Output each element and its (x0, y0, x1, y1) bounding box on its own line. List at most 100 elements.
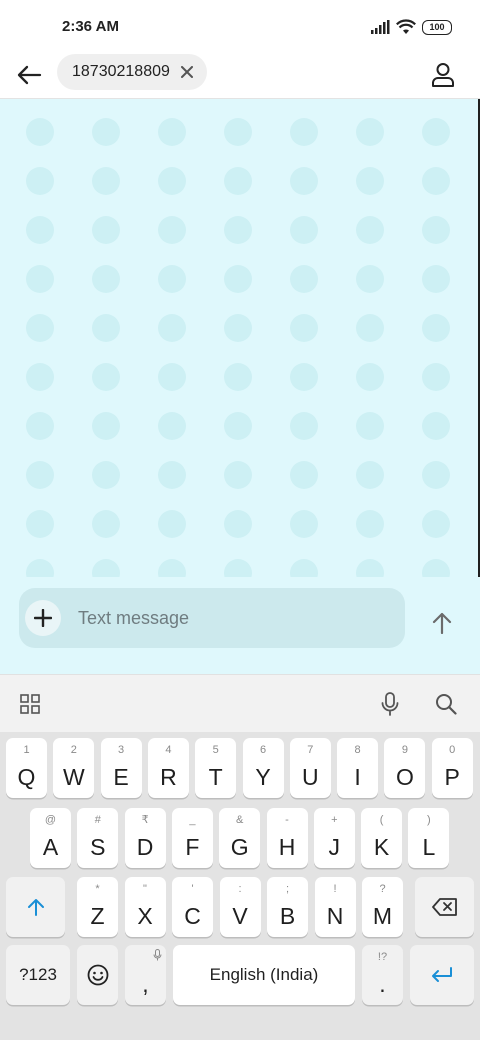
contact-button[interactable] (426, 58, 460, 92)
background-dot (422, 412, 450, 440)
space-key-label: English (India) (209, 965, 319, 984)
key-p[interactable]: 0P (431, 738, 473, 798)
key-label: M (372, 903, 393, 929)
key-alt-label: + (331, 814, 338, 826)
key-alt-label: " (143, 883, 147, 895)
message-input[interactable] (76, 602, 390, 634)
key-c[interactable]: ' C (172, 877, 213, 937)
background-dot (356, 559, 384, 577)
background-dot (224, 461, 252, 489)
status-time: 2:36 AM (62, 18, 119, 35)
shift-key[interactable] (6, 877, 65, 937)
key-e[interactable]: 3E (100, 738, 142, 798)
key-label: B (279, 903, 296, 929)
key-n[interactable]: ! N (314, 877, 356, 937)
key-alt-label: - (285, 814, 289, 826)
period-key[interactable]: !? . (362, 945, 403, 1005)
microphone-hint-icon (153, 949, 162, 961)
search-icon (436, 694, 457, 715)
background-dot (422, 559, 450, 577)
key-w[interactable]: 2W (53, 738, 95, 798)
key-alt-label: & (236, 814, 244, 826)
key-alt-label: ; (285, 883, 290, 895)
microphone-icon (381, 692, 399, 716)
background-dot (158, 412, 186, 440)
key-q[interactable]: 1Q (6, 738, 47, 798)
period-key-label: . (379, 971, 386, 997)
background-dot (422, 461, 450, 489)
key-label: K (373, 834, 390, 860)
symbols-key[interactable]: ?123 (6, 945, 70, 1005)
background-dot (422, 363, 450, 391)
background-dot (92, 412, 120, 440)
conversation-area (0, 99, 480, 577)
key-t[interactable]: 5T (195, 738, 237, 798)
key-m[interactable]: ? M (362, 877, 403, 937)
background-dot (356, 314, 384, 342)
recipient-number: 18730218809 (72, 63, 170, 80)
apps-button[interactable] (14, 688, 46, 720)
background-dot (290, 559, 318, 577)
space-key[interactable]: English (India) (173, 945, 355, 1005)
emoji-key[interactable] (77, 945, 118, 1005)
background-dot (290, 118, 318, 146)
background-dot (26, 314, 54, 342)
remove-recipient-button[interactable] (179, 64, 195, 80)
key-u[interactable]: 7U (289, 738, 331, 798)
key-z[interactable]: * Z (77, 877, 118, 937)
key-s[interactable]: # S (77, 808, 119, 868)
key-a[interactable]: @ A (30, 808, 71, 868)
key-h[interactable]: -H (266, 808, 308, 868)
enter-key[interactable] (410, 945, 474, 1005)
background-dot (92, 265, 120, 293)
key-alt-label: ) (427, 814, 431, 826)
key-k[interactable]: (K (361, 808, 403, 868)
background-dot (356, 461, 384, 489)
key-alt-label: 5 (212, 744, 219, 756)
key-y[interactable]: 6Y (242, 738, 284, 798)
compose-field (19, 588, 405, 648)
background-dot (158, 167, 186, 195)
backspace-key[interactable] (415, 877, 474, 937)
background-dot (224, 265, 252, 293)
background-dot (158, 510, 186, 538)
key-label: I (354, 764, 361, 790)
key-label: V (232, 903, 248, 929)
key-d[interactable]: ₹ D (124, 808, 166, 868)
key-i[interactable]: 8I (337, 738, 379, 798)
recipient-chip[interactable]: 18730218809 (57, 54, 207, 90)
background-dot (290, 363, 318, 391)
key-f[interactable]: _ F (171, 808, 213, 868)
key-alt-label: 4 (165, 744, 172, 756)
background-dot (224, 314, 252, 342)
background-dot (26, 118, 54, 146)
key-g[interactable]: & G (219, 808, 261, 868)
voice-input-button[interactable] (374, 688, 406, 720)
key-r[interactable]: 4R (147, 738, 189, 798)
key-o[interactable]: 9O (384, 738, 426, 798)
person-icon (432, 63, 454, 87)
background-dot (26, 363, 54, 391)
keyboard-search-button[interactable] (430, 688, 462, 720)
background-dot (290, 510, 318, 538)
background-dot (356, 412, 384, 440)
key-v[interactable]: :V (219, 877, 261, 937)
background-dot (422, 265, 450, 293)
key-b[interactable]: ; B (267, 877, 308, 937)
key-alt-label: * (95, 883, 100, 895)
background-dot (26, 412, 54, 440)
close-icon (180, 66, 193, 78)
attach-button[interactable] (25, 600, 61, 636)
key-label: Y (255, 764, 271, 790)
background-dot (356, 216, 384, 244)
key-x[interactable]: " X (124, 877, 166, 937)
key-l[interactable]: ) L (408, 808, 450, 868)
comma-key[interactable]: , (125, 945, 166, 1005)
key-alt-label: 2 (70, 744, 77, 756)
key-alt-label: _ (189, 814, 196, 826)
key-j[interactable]: + J (313, 808, 355, 868)
key-alt-label: 9 (401, 744, 408, 756)
send-button[interactable] (424, 605, 460, 641)
back-button[interactable] (12, 58, 46, 92)
key-alt-label: : (238, 883, 242, 895)
